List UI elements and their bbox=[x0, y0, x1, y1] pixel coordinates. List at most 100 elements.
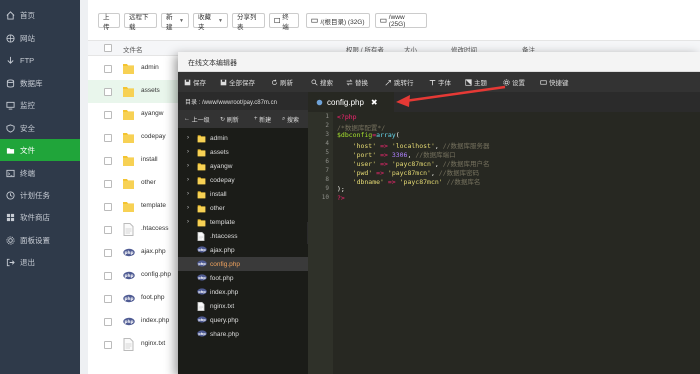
tree-item[interactable]: php foot.php bbox=[178, 271, 308, 285]
file-name[interactable]: .htaccess bbox=[141, 225, 168, 232]
tree-item[interactable]: › template bbox=[178, 215, 308, 229]
file-name[interactable]: codepay bbox=[141, 133, 166, 140]
remote-download-button[interactable]: 远程下载 bbox=[124, 13, 157, 31]
table-row[interactable]: nginx.txt bbox=[88, 333, 188, 356]
file-name[interactable]: template bbox=[141, 202, 166, 209]
theme-button[interactable]: 主题 bbox=[465, 72, 487, 92]
row-checkbox[interactable] bbox=[104, 111, 112, 119]
file-name[interactable]: admin bbox=[141, 64, 159, 71]
file-name[interactable]: index.php bbox=[141, 317, 169, 324]
row-checkbox[interactable] bbox=[104, 88, 112, 96]
tree-item[interactable]: php ajax.php bbox=[178, 243, 308, 257]
upload-button[interactable]: 上传 bbox=[98, 13, 120, 31]
sidebar-item-logout[interactable]: 退出 bbox=[0, 251, 80, 273]
disk-www-button[interactable]: /www (25G) bbox=[375, 13, 427, 28]
row-checkbox[interactable] bbox=[104, 272, 112, 280]
tree-item[interactable]: › assets bbox=[178, 145, 308, 159]
table-row[interactable]: install bbox=[88, 149, 188, 172]
font-button[interactable]: 字体 bbox=[429, 72, 451, 92]
tree-item[interactable]: php share.php bbox=[178, 327, 308, 341]
tree-item[interactable]: › codepay bbox=[178, 173, 308, 187]
row-checkbox[interactable] bbox=[104, 318, 112, 326]
sidebar-item-ftp[interactable]: FTP bbox=[0, 49, 80, 71]
sidebar-item-monitor[interactable]: 监控 bbox=[0, 94, 80, 116]
file-name[interactable]: foot.php bbox=[141, 294, 165, 301]
favorites-dropdown-button[interactable]: 收藏夹 ▼ bbox=[193, 13, 228, 31]
terminal-button[interactable]: 终端 bbox=[269, 13, 299, 31]
select-all-checkbox[interactable] bbox=[104, 44, 112, 52]
tree-item[interactable]: › admin bbox=[178, 131, 308, 145]
sidebar-item-store[interactable]: 软件商店 bbox=[0, 206, 80, 228]
share-list-button[interactable]: 分享列表 bbox=[232, 13, 265, 31]
column-name[interactable]: 文件名 bbox=[123, 44, 143, 54]
tree-item[interactable]: › other bbox=[178, 201, 308, 215]
tab-config-php[interactable]: config.php ✖ bbox=[308, 92, 394, 112]
row-checkbox[interactable] bbox=[104, 341, 112, 349]
up-level-button[interactable]: ← 上一级 bbox=[184, 110, 210, 128]
file-name[interactable]: nginx.txt bbox=[141, 340, 165, 347]
chevron-right-icon: › bbox=[187, 219, 189, 225]
table-row[interactable]: template bbox=[88, 195, 188, 218]
table-row[interactable]: php config.php bbox=[88, 264, 188, 287]
sidebar-item-security[interactable]: 安全 bbox=[0, 117, 80, 139]
sidebar-item-files[interactable]: 文件 bbox=[0, 139, 80, 161]
tree-item[interactable]: .htaccess bbox=[178, 229, 308, 243]
sidebar-item-database[interactable]: 数据库 bbox=[0, 72, 80, 94]
tree-item[interactable]: › install bbox=[178, 187, 308, 201]
row-checkbox[interactable] bbox=[104, 295, 112, 303]
sidebar-item-terminal[interactable]: 终端 bbox=[0, 162, 80, 184]
chevron-right-icon: › bbox=[187, 163, 189, 169]
sidebar-item-cron[interactable]: 计划任务 bbox=[0, 184, 80, 206]
search-button[interactable]: 搜索 bbox=[311, 72, 333, 92]
php-file-icon: php bbox=[123, 271, 135, 284]
refresh-button[interactable]: 刷新 bbox=[271, 72, 293, 92]
save-button[interactable]: 保存 bbox=[184, 72, 206, 92]
tree-item[interactable]: php query.php bbox=[178, 313, 308, 327]
disk-root-button[interactable]: /(根目录) (32G) bbox=[306, 13, 370, 28]
tree-item[interactable]: nginx.txt bbox=[178, 299, 308, 313]
sidebar-item-website[interactable]: 网站 bbox=[0, 27, 80, 49]
save-all-button[interactable]: 全部保存 bbox=[220, 72, 255, 92]
table-row[interactable]: other bbox=[88, 172, 188, 195]
file-name[interactable]: other bbox=[141, 179, 156, 186]
row-checkbox[interactable] bbox=[104, 203, 112, 211]
row-checkbox[interactable] bbox=[104, 65, 112, 73]
table-row[interactable]: ayangw bbox=[88, 103, 188, 126]
php-file-icon: php bbox=[123, 317, 135, 330]
row-checkbox[interactable] bbox=[104, 157, 112, 165]
table-row[interactable]: .htaccess bbox=[88, 218, 188, 241]
tree-item[interactable]: › ayangw bbox=[178, 159, 308, 173]
tree-new-button[interactable]: + 新建 bbox=[254, 110, 271, 128]
file-name[interactable]: config.php bbox=[141, 271, 171, 278]
file-name[interactable]: ayangw bbox=[141, 110, 163, 117]
tree-refresh-button[interactable]: ↻ 刷新 bbox=[220, 110, 239, 128]
row-checkbox[interactable] bbox=[104, 226, 112, 234]
ftp-icon bbox=[5, 55, 15, 65]
table-row[interactable]: php ajax.php bbox=[88, 241, 188, 264]
tree-search-button[interactable]: ⌕ 搜索 bbox=[282, 110, 299, 128]
settings-button[interactable]: 设置 bbox=[503, 72, 525, 92]
table-row[interactable]: codepay bbox=[88, 126, 188, 149]
file-name[interactable]: ajax.php bbox=[141, 248, 166, 255]
table-row[interactable]: assets bbox=[88, 80, 188, 103]
sidebar-item-home[interactable]: 首页 bbox=[0, 4, 80, 26]
tree-item[interactable]: php index.php bbox=[178, 285, 308, 299]
row-checkbox[interactable] bbox=[104, 180, 112, 188]
row-checkbox[interactable] bbox=[104, 249, 112, 257]
file-icon bbox=[197, 302, 206, 311]
shortcuts-button[interactable]: 快捷键 bbox=[540, 72, 569, 92]
row-checkbox[interactable] bbox=[104, 134, 112, 142]
code-editor[interactable]: 1 2 3 4 5 6 7 8 9 10 <?php /*数据库配置*/ $db… bbox=[308, 112, 700, 374]
sidebar-item-settings[interactable]: 面板设置 bbox=[0, 229, 80, 251]
table-row[interactable]: php foot.php bbox=[88, 287, 188, 310]
editor-titlebar[interactable]: 在线文本编辑器 bbox=[178, 52, 700, 72]
file-name[interactable]: install bbox=[141, 156, 158, 163]
file-name[interactable]: assets bbox=[141, 87, 160, 94]
new-dropdown-button[interactable]: 新建 ▼ bbox=[161, 13, 189, 31]
replace-button[interactable]: 替换 bbox=[346, 72, 368, 92]
table-row[interactable]: admin bbox=[88, 57, 188, 80]
table-row[interactable]: php index.php bbox=[88, 310, 188, 333]
goto-line-button[interactable]: 跳转行 bbox=[385, 72, 414, 92]
close-tab-icon[interactable]: ✖ bbox=[371, 98, 378, 107]
tree-item[interactable]: php config.php bbox=[178, 257, 308, 271]
